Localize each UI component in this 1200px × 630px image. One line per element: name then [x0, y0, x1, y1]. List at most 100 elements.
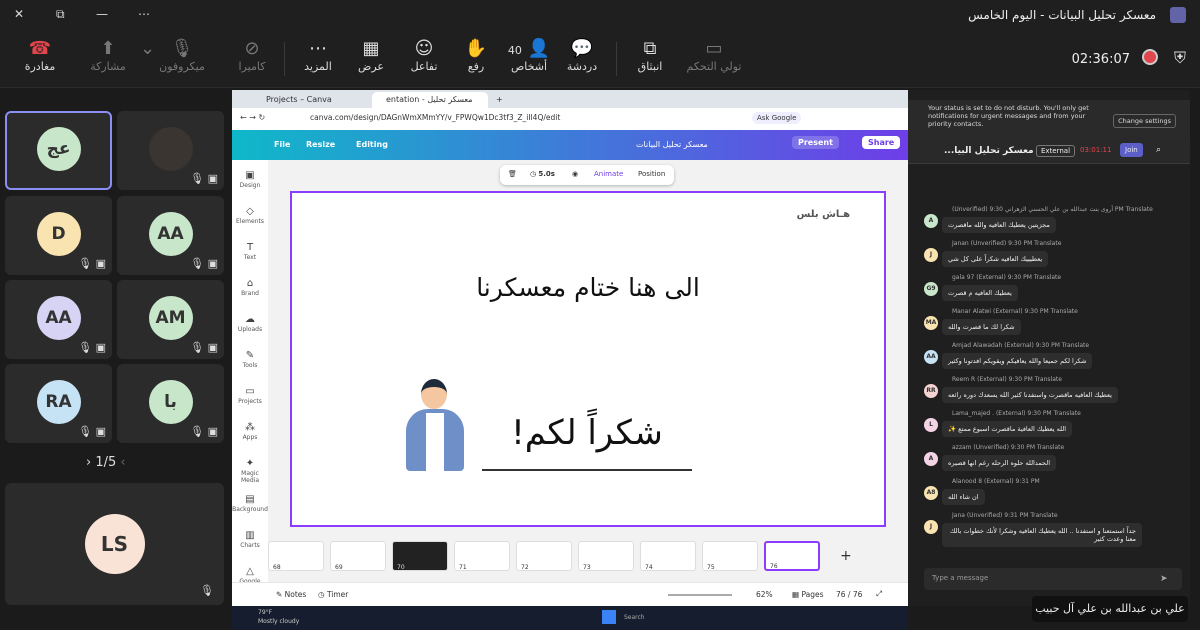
people-label: أشخاص [510, 60, 548, 73]
timer-button[interactable]: ◷ Timer [318, 590, 348, 599]
share-button[interactable]: Share [862, 136, 901, 149]
restore-icon[interactable]: ⧉ [56, 7, 65, 22]
sidebar-item-projects[interactable]: ▭ Projects [232, 386, 268, 405]
more-label: المزيد [304, 60, 332, 73]
prev-page-icon[interactable]: ‹ [120, 455, 125, 470]
slide-thumbnail-current[interactable]: 76 [764, 541, 820, 571]
browser-tab[interactable]: Projects – Canva [252, 92, 368, 108]
avatar: RA [36, 379, 81, 424]
animate-button[interactable]: Animate [594, 170, 623, 178]
resize-button[interactable]: Resize [306, 140, 335, 149]
avatar: LS [84, 514, 145, 574]
close-icon[interactable]: ✕ [14, 7, 24, 21]
trash-icon[interactable]: 🗑 [508, 170, 517, 178]
raise-hand-button[interactable]: ✋ رفع [450, 38, 502, 73]
leave-button[interactable]: ☎ مغادرة [14, 38, 66, 73]
next-page-icon[interactable]: › [86, 455, 91, 470]
participant-tile[interactable]: RA 🎙 ▣ [5, 364, 112, 443]
slide-thumbnail[interactable]: 71 [454, 541, 510, 571]
participant-tile[interactable]: AM 🎙 ▣ [117, 280, 224, 359]
character-illustration[interactable] [404, 379, 466, 471]
participant-tile[interactable]: با 🎙 ▣ [117, 364, 224, 443]
mic-options-chevron-icon[interactable]: ⌄ [140, 38, 155, 60]
sidebar-item-tools[interactable]: ✎ Tools [232, 350, 268, 369]
canva-topbar: File Resize Editing معسكر تحليل البيانات… [232, 130, 908, 160]
sidebar-item-text[interactable]: T Text [232, 242, 268, 261]
sidebar-item-charts[interactable]: ▥ Charts [232, 530, 268, 549]
browser-tab-active[interactable]: entation - معسكر تحليل البيانات [372, 92, 488, 120]
react-button[interactable]: ☺ تفاعل [398, 38, 450, 73]
search-icon[interactable]: ⌕ [1156, 145, 1161, 155]
slide-thumbnail[interactable]: 72 [516, 541, 572, 571]
notes-button[interactable]: ✎ Notes [276, 590, 306, 599]
participant-tile[interactable]: D 🎙 ▣ [5, 196, 112, 275]
camera-button[interactable]: ⊘ كاميرا [226, 38, 278, 73]
change-settings-button[interactable]: Change settings [1113, 114, 1176, 128]
tile-pager[interactable]: › 1/5 ‹ [86, 455, 126, 470]
slide-thumbnail[interactable]: 74 [640, 541, 696, 571]
file-menu[interactable]: File [274, 140, 290, 149]
popout-button[interactable]: ⧉ انبثاق [624, 38, 676, 73]
sidebar-item-magic-media[interactable]: ✦ Magic Media [232, 458, 268, 484]
slide-thumbnail[interactable]: 69 [330, 541, 386, 571]
windows-start-icon[interactable] [602, 610, 616, 624]
mic-button[interactable]: 🎙 ميكروفون [156, 38, 208, 73]
minimize-icon[interactable]: — [96, 7, 108, 21]
slide-canvas[interactable]: هـاش بلس الى هنا ختام معسكرنا شكراً لكم! [290, 191, 886, 527]
sidebar-item-background[interactable]: ▤ Background [232, 494, 268, 513]
zoom-level: 62% [756, 590, 773, 599]
send-icon[interactable]: ➤ [1160, 574, 1168, 584]
participant-tile[interactable]: AA 🎙 ▣ [5, 280, 112, 359]
sidebar-item-design[interactable]: ▣ Design [232, 170, 268, 189]
sidebar-item-apps[interactable]: ⁂ Apps [232, 422, 268, 441]
duration-button[interactable]: ◷ 5.0s [530, 170, 555, 178]
back-icon[interactable]: ← → ↻ [240, 113, 265, 122]
chat-message-input[interactable]: Type a message [924, 568, 1182, 590]
url-text[interactable]: canva.com/design/DAGnWmXMmYY/v_FPWQw1Dc3… [310, 113, 560, 122]
pages-button[interactable]: ▦ Pages [792, 590, 824, 599]
more-options-icon[interactable]: ⋯ [138, 7, 150, 21]
slide-brand-logo: هـاش بلس [796, 209, 850, 220]
browser-tab-strip: Projects – Canva entation - معسكر تحليل … [232, 90, 908, 120]
chat-header: معسكر تحليل البيا... External 03:01:11 J… [908, 138, 1190, 164]
slide-thumbnail[interactable]: 73 [578, 541, 634, 571]
avatar [148, 126, 193, 171]
slide-thanks-text[interactable]: شكراً لكم! [482, 413, 692, 453]
sidebar-item-elements[interactable]: ◇ Elements [232, 206, 268, 225]
chat-button[interactable]: 💬 دردشة [556, 38, 608, 73]
join-button[interactable]: Join [1120, 143, 1143, 157]
document-title[interactable]: معسكر تحليل البيانات [636, 140, 708, 149]
present-button[interactable]: Present [792, 136, 839, 149]
participant-tile[interactable]: عج [5, 111, 112, 190]
self-video-tile[interactable]: LS 🎙 [5, 483, 224, 605]
mic-off-icon: 🎙 ▣ [78, 341, 106, 354]
call-timer: 02:36:07 [1071, 52, 1130, 67]
participant-tile[interactable]: 🎙 ▣ [117, 111, 224, 190]
chat-message: RR Reem R (External) 9:30 PM Translate يعط… [924, 376, 1180, 403]
chat-message: Aazzam (Unverified) 9:30 PM Translate الح… [924, 444, 1180, 471]
slide-thumbnail[interactable]: 75 [702, 541, 758, 571]
new-tab-icon[interactable]: + [492, 92, 503, 108]
slide-thumbnail[interactable]: 68 [268, 541, 324, 571]
editing-button[interactable]: Editing [356, 140, 388, 149]
shield-icon[interactable]: ⛨ [1174, 48, 1186, 68]
sidebar-item-uploads[interactable]: ☁ Uploads [232, 314, 268, 333]
position-button[interactable]: Position [638, 170, 665, 178]
slide-heading[interactable]: الى هنا ختام معسكرنا [292, 273, 884, 302]
ask-google-button[interactable]: Ask Google [752, 112, 802, 124]
divider-line[interactable] [482, 469, 692, 471]
color-wheel-icon[interactable]: ◉ [572, 170, 578, 178]
search-box[interactable]: Search [624, 614, 645, 621]
share-button[interactable]: ⬆ مشاركة [82, 38, 134, 73]
add-slide-icon[interactable]: + [840, 548, 852, 564]
more-button[interactable]: ⋯ المزيد [292, 38, 344, 73]
participant-tile[interactable]: AA 🎙 ▣ [117, 196, 224, 275]
people-button[interactable]: 40 👤 أشخاص [503, 38, 555, 73]
take-control-button[interactable]: ▭ تولي التحكم [684, 38, 744, 73]
zoom-slider[interactable] [668, 594, 732, 596]
mic-off-icon: 🎙 ▣ [78, 257, 106, 270]
sidebar-item-brand[interactable]: ⌂ Brand [232, 278, 268, 297]
slide-thumbnail[interactable]: 70 [392, 541, 448, 571]
view-button[interactable]: ▦ عرض [345, 38, 397, 73]
fullscreen-icon[interactable]: ⤢ [876, 589, 882, 599]
